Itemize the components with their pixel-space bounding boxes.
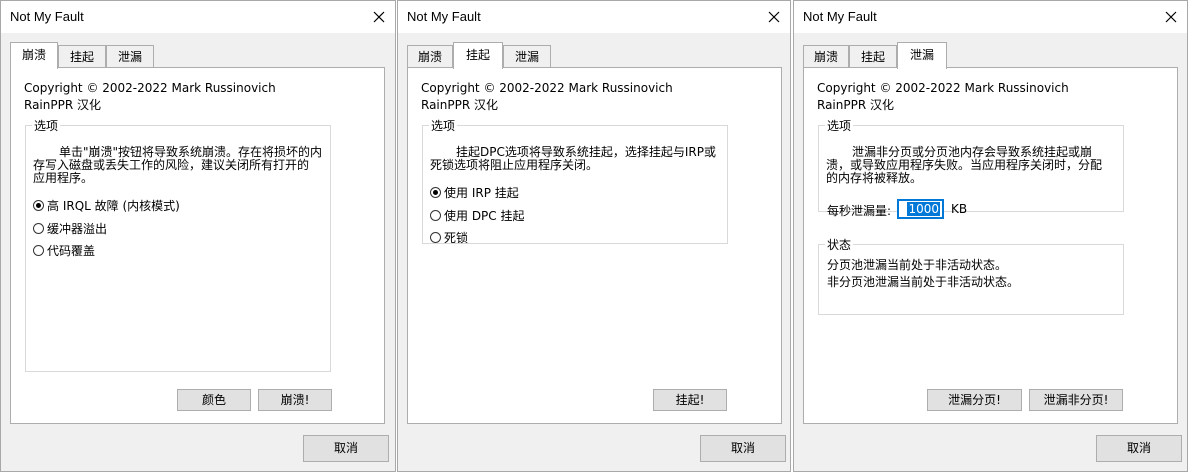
- close-icon: [373, 11, 385, 23]
- description-line: 应用程序。: [33, 171, 94, 185]
- copyright-block: Copyright © 2002-2022 Mark Russinovich R…: [421, 80, 673, 114]
- tab-leak[interactable]: 泄漏: [897, 42, 947, 69]
- radio-code-overwrite[interactable]: 代码覆盖: [33, 242, 95, 258]
- copyright-block: Copyright © 2002-2022 Mark Russinovich R…: [24, 80, 276, 114]
- cancel-button[interactable]: 取消: [303, 435, 389, 462]
- status-legend: 状态: [827, 238, 852, 252]
- localizer-text: RainPPR 汉化: [24, 98, 101, 112]
- dialog-hang: Not My Fault 崩溃 挂起 泄漏 Copyright © 2002-2…: [397, 0, 791, 472]
- tab-hang[interactable]: 挂起: [849, 45, 897, 67]
- close-button[interactable]: [363, 1, 395, 33]
- copyright-text: Copyright © 2002-2022 Mark Russinovich: [817, 81, 1069, 95]
- leak-rate-value: 1000: [907, 202, 940, 216]
- title-bar: Not My Fault: [794, 1, 1187, 33]
- radio-label: 高 IRQL 故障 (内核模式): [47, 198, 180, 213]
- radio-label: 死锁: [444, 230, 469, 245]
- options-group: 选项 单击"崩溃"按钮将导致系统崩溃。存在将损坏的内 存写入磁盘或丢失工作的风险…: [25, 117, 331, 372]
- description-line: 挂起DPC选项将导致系统挂起，选择挂起与IRP或: [456, 145, 716, 159]
- cancel-button[interactable]: 取消: [700, 435, 786, 462]
- leak-rate-label: 每秒泄漏量:: [827, 204, 892, 218]
- leak-nonpaged-button[interactable]: 泄漏非分页!: [1029, 389, 1123, 411]
- status-paged: 分页池泄漏当前处于非活动状态。: [827, 258, 1008, 272]
- title-bar: Not My Fault: [398, 1, 790, 33]
- radio-deadlock[interactable]: 死锁: [430, 229, 468, 245]
- copyright-text: Copyright © 2002-2022 Mark Russinovich: [24, 81, 276, 95]
- localizer-text: RainPPR 汉化: [421, 98, 498, 112]
- cancel-button[interactable]: 取消: [1096, 435, 1182, 462]
- tab-panel: Copyright © 2002-2022 Mark Russinovich R…: [803, 67, 1178, 424]
- leak-rate-unit: KB: [951, 202, 968, 216]
- radio-label: 使用 DPC 挂起: [444, 208, 525, 223]
- close-button[interactable]: [758, 1, 790, 33]
- radio-high-irql[interactable]: 高 IRQL 故障 (内核模式): [33, 197, 180, 213]
- close-button[interactable]: [1155, 1, 1187, 33]
- radio-empty-icon: [430, 209, 441, 221]
- description-line: 的内存将被释放。: [826, 171, 923, 185]
- radio-buffer-overflow[interactable]: 缓冲器溢出: [33, 220, 107, 236]
- tab-panel: Copyright © 2002-2022 Mark Russinovich R…: [10, 67, 385, 424]
- options-legend: 选项: [431, 119, 456, 133]
- tab-hang[interactable]: 挂起: [453, 42, 503, 69]
- tab-leak[interactable]: 泄漏: [106, 45, 154, 67]
- leak-paged-button[interactable]: 泄漏分页!: [927, 389, 1022, 411]
- copyright-block: Copyright © 2002-2022 Mark Russinovich R…: [817, 80, 1069, 114]
- leak-rate-input[interactable]: 1000: [897, 199, 944, 219]
- dialog-crash: Not My Fault 崩溃 挂起 泄漏 Copyright © 2002-2…: [0, 0, 396, 472]
- color-button[interactable]: 颜色: [177, 389, 251, 411]
- options-description: 挂起DPC选项将导致系统挂起，选择挂起与IRP或 死锁选项将阻止应用程序关闭。: [430, 146, 716, 172]
- dialog-leak: Not My Fault 崩溃 挂起 泄漏 Copyright © 2002-2…: [793, 0, 1188, 472]
- status-group: 状态 分页池泄漏当前处于非活动状态。 非分页池泄漏当前处于非活动状态。: [818, 236, 1124, 315]
- radio-label: 代码覆盖: [47, 243, 96, 258]
- options-legend: 选项: [34, 119, 59, 133]
- tab-crash[interactable]: 崩溃: [407, 45, 453, 67]
- options-description: 泄漏非分页或分页池内存会导致系统挂起或崩 溃，或导致应用程序失败。当应用程序关闭…: [826, 146, 1102, 185]
- status-nonpaged: 非分页池泄漏当前处于非活动状态。: [827, 275, 1020, 289]
- tab-crash[interactable]: 崩溃: [10, 42, 58, 69]
- close-icon: [1165, 11, 1177, 23]
- tab-leak[interactable]: 泄漏: [503, 45, 551, 67]
- window-title: Not My Fault: [803, 9, 877, 24]
- options-description: 单击"崩溃"按钮将导致系统崩溃。存在将损坏的内 存写入磁盘或丢失工作的风险，建议…: [33, 146, 322, 185]
- description-line: 单击"崩溃"按钮将导致系统崩溃。存在将损坏的内: [59, 145, 323, 159]
- radio-selected-icon: [33, 199, 44, 211]
- radio-label: 缓冲器溢出: [47, 221, 108, 236]
- tab-panel: Copyright © 2002-2022 Mark Russinovich R…: [407, 67, 782, 424]
- radio-irp-hang[interactable]: 使用 IRP 挂起: [430, 184, 519, 200]
- description-line: 泄漏非分页或分页池内存会导致系统挂起或崩: [852, 145, 1093, 159]
- radio-empty-icon: [33, 222, 44, 234]
- radio-empty-icon: [33, 244, 44, 256]
- options-group: 选项 泄漏非分页或分页池内存会导致系统挂起或崩 溃，或导致应用程序失败。当应用程…: [818, 117, 1124, 219]
- radio-dpc-hang[interactable]: 使用 DPC 挂起: [430, 207, 525, 223]
- radio-label: 使用 IRP 挂起: [444, 185, 519, 200]
- close-icon: [768, 11, 780, 23]
- options-legend: 选项: [827, 119, 852, 133]
- localizer-text: RainPPR 汉化: [817, 98, 894, 112]
- radio-empty-icon: [430, 231, 441, 243]
- window-title: Not My Fault: [10, 9, 84, 24]
- tab-hang[interactable]: 挂起: [58, 45, 106, 67]
- options-group: 选项 挂起DPC选项将导致系统挂起，选择挂起与IRP或 死锁选项将阻止应用程序关…: [422, 117, 728, 245]
- description-line: 死锁选项将阻止应用程序关闭。: [430, 158, 599, 172]
- hang-button[interactable]: 挂起!: [653, 389, 727, 411]
- copyright-text: Copyright © 2002-2022 Mark Russinovich: [421, 81, 673, 95]
- crash-button[interactable]: 崩溃!: [258, 389, 332, 411]
- tab-crash[interactable]: 崩溃: [803, 45, 849, 67]
- radio-selected-icon: [430, 186, 441, 198]
- title-bar: Not My Fault: [1, 1, 395, 33]
- window-title: Not My Fault: [407, 9, 481, 24]
